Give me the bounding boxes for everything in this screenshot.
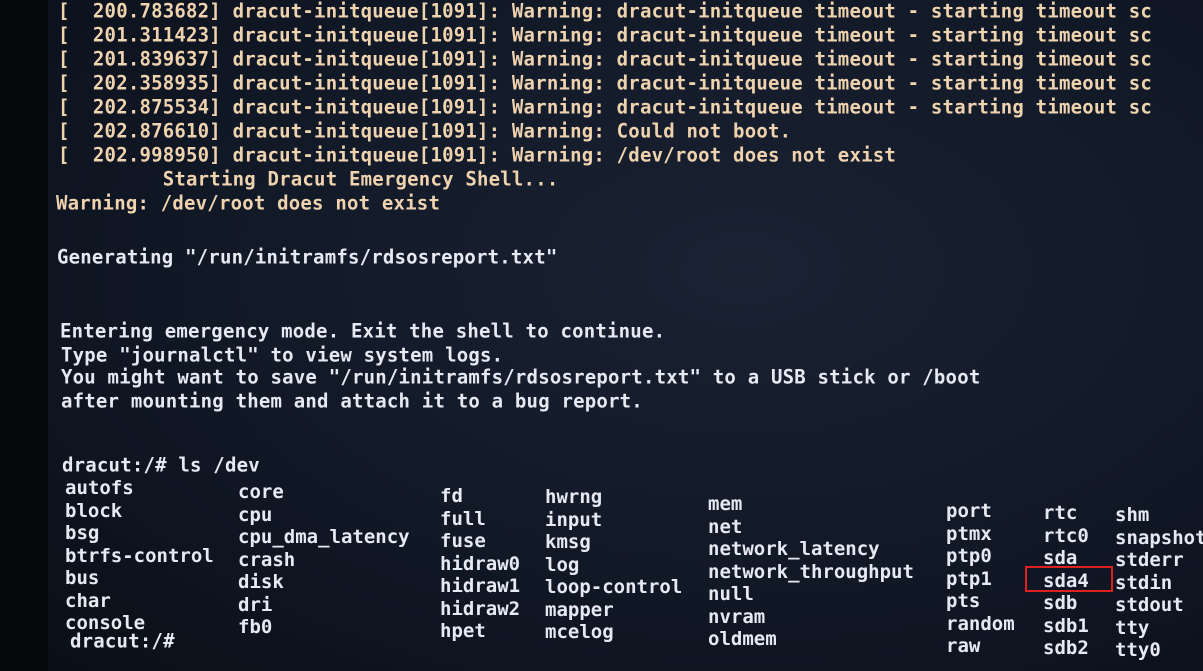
dev-entry: network_throughput xyxy=(708,560,914,583)
dev-entry: fd xyxy=(440,485,463,507)
dev-entry: nvram xyxy=(708,605,766,628)
dev-entry: cpu xyxy=(238,503,273,526)
ls-column: hwrng input kmsg log loop-control mapper mcelo… xyxy=(545,486,682,644)
log-line: [ 202.876610] dracut-initqueue[1091]: Wa… xyxy=(58,119,792,143)
log-line: Warning: /dev/root does not exist xyxy=(56,191,441,215)
dev-entry: mapper xyxy=(545,598,614,621)
dev-entry: bsg xyxy=(65,522,100,544)
dev-entry: cpu_dma_latency xyxy=(238,526,410,548)
dev-entry: rtc0 xyxy=(1043,524,1089,547)
dev-entry: sdb xyxy=(1043,592,1078,614)
dev-entry: network_latency xyxy=(708,538,880,560)
ls-column: autofs block bsg btrfs-control bus char consol… xyxy=(65,477,214,635)
log-line: [ 200.783682] dracut-initqueue[1091]: Wa… xyxy=(58,0,1153,23)
message-line: You might want to save "/run/initramfs/r… xyxy=(61,365,981,389)
dev-entry: raw xyxy=(946,635,981,657)
log-line: Starting Dracut Emergency Shell... xyxy=(58,167,559,191)
dev-entry: input xyxy=(545,508,603,531)
dev-entry: sdb2 xyxy=(1043,637,1089,659)
dev-entry: fb0 xyxy=(238,616,273,638)
dev-entry: autofs xyxy=(65,477,134,499)
dev-entry: snapshot xyxy=(1115,526,1203,549)
dev-entry: fuse xyxy=(440,530,486,552)
log-line: [ 202.875534] dracut-initqueue[1091]: Wa… xyxy=(58,95,1153,119)
dev-entry: crash xyxy=(238,548,296,571)
dev-entry: random xyxy=(946,612,1015,635)
dev-entry: hwrng xyxy=(545,486,603,508)
dev-entry: tty0 xyxy=(1115,639,1161,661)
ls-column: mem net network_latency network_throughput n… xyxy=(708,493,914,651)
message-line: Generating "/run/initramfs/rdsosreport.t… xyxy=(57,245,558,269)
dev-entry: disk xyxy=(238,571,284,593)
log-line: [ 202.998950] dracut-initqueue[1091]: Wa… xyxy=(58,143,897,167)
dev-entry: bus xyxy=(65,567,100,589)
dev-entry: rtc xyxy=(1043,502,1078,524)
shell-prompt[interactable]: dracut:/# xyxy=(70,629,175,652)
dev-entry: btrfs-control xyxy=(65,544,214,567)
dev-entry: stdout xyxy=(1115,594,1184,616)
log-line: [ 201.839637] dracut-initqueue[1091]: Wa… xyxy=(58,47,1153,71)
dev-entry: tty xyxy=(1115,616,1150,639)
ls-column: port ptmx ptp0 ptp1 pts random raw xyxy=(946,500,1015,658)
dev-entry: kmsg xyxy=(545,531,591,553)
dev-entry: ptp0 xyxy=(946,545,992,567)
dev-entry: port xyxy=(946,500,992,522)
dev-entry: mcelog xyxy=(545,621,614,643)
dev-entry: ptp1 xyxy=(946,567,992,590)
dev-entry: loop-control xyxy=(545,576,683,598)
dev-entry: hidraw0 xyxy=(440,552,521,575)
dev-entry: shm xyxy=(1115,504,1150,526)
dev-entry: stderr xyxy=(1115,549,1184,571)
ls-column: shm snapshot stderr stdin stdout tty tty0 xyxy=(1115,504,1203,662)
message-line: Entering emergency mode. Exit the shell … xyxy=(60,319,666,343)
dev-entry: block xyxy=(65,499,123,522)
dev-entry: char xyxy=(65,589,111,612)
dev-entry: net xyxy=(708,515,743,538)
dev-entry: null xyxy=(708,583,754,605)
log-line: [ 202.358935] dracut-initqueue[1091]: Wa… xyxy=(58,71,1153,95)
ls-command-line: dracut:/# ls /dev xyxy=(62,453,260,477)
dev-entry: core xyxy=(238,481,284,503)
dev-entry: oldmem xyxy=(708,628,777,650)
dev-entry: dri xyxy=(238,593,273,616)
ls-column: fd full fuse hidraw0 hidraw1 hidraw2 hpet xyxy=(440,485,520,643)
dev-entry: ptmx xyxy=(946,522,992,545)
dev-entry: hidraw1 xyxy=(440,575,521,597)
dev-entry: hpet xyxy=(440,620,486,642)
dev-entry: hidraw2 xyxy=(440,597,521,620)
dev-entry: pts xyxy=(946,590,981,612)
dev-entry: mem xyxy=(708,493,743,515)
dev-entry: log xyxy=(545,553,580,576)
message-line: Type "journalctl" to view system logs. xyxy=(61,343,504,367)
highlight-box-sda4 xyxy=(1025,566,1113,592)
message-line: after mounting them and attach it to a b… xyxy=(61,389,643,413)
log-line: [ 201.311423] dracut-initqueue[1091]: Wa… xyxy=(58,23,1153,47)
dev-entry: stdin xyxy=(1115,571,1173,594)
dev-entry: full xyxy=(440,507,486,530)
dev-entry: sdb1 xyxy=(1043,614,1089,637)
ls-column: core cpu cpu_dma_latency crash disk dri fb0 xyxy=(238,481,410,639)
